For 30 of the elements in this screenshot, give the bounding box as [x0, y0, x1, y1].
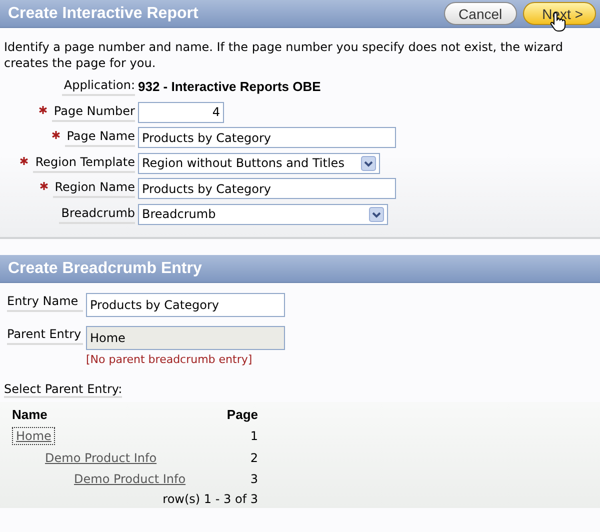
pagination-text: row(s) 1 - 3 of 3 — [162, 492, 258, 506]
table-cell-text: 3 — [249, 472, 258, 486]
field-label: Application: — [62, 77, 135, 96]
section-title: Create Breadcrumb Entry — [8, 260, 202, 278]
application-value: 932 - Interactive Reports OBE — [138, 79, 321, 94]
table-cell-text: 1 — [249, 429, 258, 444]
page-title: Create Interactive Report — [8, 4, 198, 22]
input-field[interactable]: Products by Category — [138, 178, 396, 200]
field-label: Region Name — [52, 179, 135, 198]
tree-link[interactable]: Demo Product Info — [70, 470, 190, 488]
field-label: Page Name — [64, 128, 135, 148]
input-field[interactable]: 4 — [138, 102, 224, 123]
column-header: Page — [226, 407, 258, 422]
dropdown-field[interactable]: Region without Buttons and Titles — [138, 152, 380, 174]
section-label: Select Parent Entry: — [4, 382, 122, 398]
tree-link[interactable]: Home — [12, 427, 56, 446]
table-cell-text: 2 — [249, 450, 258, 465]
input-field[interactable]: Products by Category — [138, 127, 396, 148]
column-header: Name — [12, 407, 48, 422]
hint-text: [No parent breadcrumb entry] — [86, 353, 254, 366]
field-label: Page Number — [52, 102, 135, 122]
dropdown-field[interactable]: Breadcrumb — [138, 204, 388, 225]
field-label: Breadcrumb — [59, 204, 135, 224]
tree-link[interactable]: Demo Product Info — [41, 448, 161, 467]
input-field[interactable]: Products by Category — [86, 293, 285, 317]
cancel-button[interactable]: Cancel — [444, 2, 518, 25]
intro-text: Identify a page number and name. If the page number you specify does not exist, the wizard creates the page for you. — [3, 39, 564, 72]
field-label: Region Template — [33, 154, 135, 173]
field-label: Entry Name — [7, 293, 83, 312]
field-label: Parent Entry — [7, 326, 83, 345]
